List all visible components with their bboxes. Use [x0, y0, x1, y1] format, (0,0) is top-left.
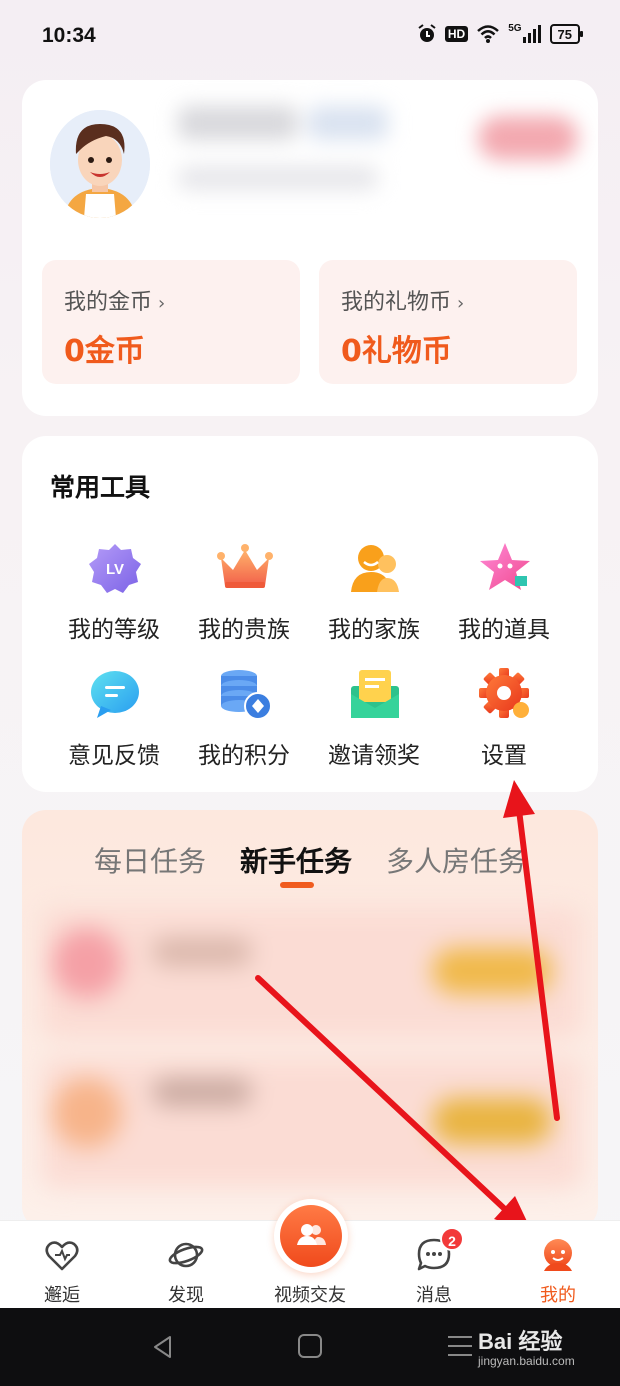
- recent-apps-icon[interactable]: [448, 1336, 472, 1356]
- tab-label: 邂逅: [44, 1285, 80, 1306]
- gold-coin-label: 我的金币 ›: [64, 290, 166, 315]
- tool-label: 我的积分: [198, 743, 290, 769]
- gift-coin-box[interactable]: 我的礼物币 › 0礼物币: [319, 260, 577, 384]
- video-friends-icon: [280, 1205, 342, 1267]
- chevron-right-icon: ›: [457, 293, 465, 314]
- tool-my-level[interactable]: LV 我的等级: [49, 540, 179, 650]
- tool-label: 我的贵族: [198, 617, 290, 643]
- profile-icon: [540, 1237, 576, 1273]
- watermark-url: jingyan.baidu.com: [478, 1354, 575, 1368]
- 5g-signal-icon: 5G: [508, 22, 541, 44]
- svg-text:LV: LV: [106, 561, 124, 578]
- tool-my-family[interactable]: 我的家族: [309, 540, 439, 650]
- tool-label: 我的道具: [458, 617, 550, 643]
- video-friends-button[interactable]: [274, 1199, 348, 1273]
- tab-messages[interactable]: 消息: [372, 1221, 496, 1309]
- hd-icon: HD: [444, 26, 469, 42]
- tool-label: 我的等级: [68, 617, 160, 643]
- system-navigation-bar: Bai 经验 jingyan.baidu.com: [0, 1308, 620, 1386]
- settings-gear-icon: [477, 666, 533, 722]
- crown-icon: [217, 540, 273, 596]
- avatar[interactable]: [50, 110, 150, 218]
- active-tab-indicator: [280, 882, 314, 888]
- invite-envelope-icon: [347, 666, 403, 722]
- watermark-brand: Bai 经验: [478, 1329, 563, 1354]
- level-badge-icon: LV: [87, 540, 143, 596]
- tab-encounter[interactable]: 邂逅: [0, 1221, 124, 1309]
- planet-icon: [168, 1237, 204, 1273]
- tool-feedback[interactable]: 意见反馈: [49, 666, 179, 776]
- tools-title: 常用工具: [50, 473, 151, 502]
- tool-label: 设置: [481, 743, 527, 769]
- tab-multi-room-tasks[interactable]: 多人房任务: [386, 840, 526, 880]
- profile-card: 我的金币 › 0金币 我的礼物币 › 0礼物币: [22, 80, 598, 416]
- status-bar: 10:34 HD 5G 75: [0, 0, 620, 76]
- network-label: 5G: [508, 22, 522, 34]
- bottom-tab-bar: 邂逅 发现 视频交友 消息 2 我的: [0, 1199, 620, 1309]
- battery-icon: 75: [549, 24, 584, 44]
- tasks-card: 每日任务 新手任务 多人房任务: [22, 810, 598, 1230]
- family-icon: [347, 540, 403, 596]
- tool-settings[interactable]: 设置: [439, 666, 569, 776]
- gift-coin-value: 0礼物币: [341, 334, 452, 369]
- tool-my-nobility[interactable]: 我的贵族: [179, 540, 309, 650]
- tab-label: 视频交友: [274, 1285, 346, 1306]
- blurred-task-list: [42, 908, 582, 1198]
- status-time: 10:34: [42, 24, 96, 47]
- alarm-icon: [417, 24, 437, 44]
- tool-label: 意见反馈: [68, 743, 160, 769]
- star-prop-icon: [477, 540, 533, 596]
- gold-coin-box[interactable]: 我的金币 › 0金币: [42, 260, 300, 384]
- unread-badge: 2: [440, 1227, 464, 1251]
- home-icon[interactable]: [298, 1334, 322, 1358]
- tab-daily-tasks[interactable]: 每日任务: [94, 840, 206, 880]
- tool-invite-reward[interactable]: 邀请领奖: [309, 666, 439, 776]
- tool-label: 我的家族: [328, 617, 420, 643]
- status-icons: HD 5G 75: [417, 22, 584, 44]
- tab-video-friends[interactable]: 视频交友: [248, 1199, 372, 1309]
- tab-label: 我的: [540, 1285, 576, 1306]
- gift-coin-label: 我的礼物币 ›: [341, 290, 465, 315]
- wifi-icon: [476, 24, 500, 44]
- heart-icon: [44, 1237, 80, 1273]
- back-icon[interactable]: [150, 1334, 176, 1360]
- tool-my-points[interactable]: 我的积分: [179, 666, 309, 776]
- gold-coin-value: 0金币: [64, 334, 145, 369]
- tool-label: 邀请领奖: [328, 743, 420, 769]
- tab-mine[interactable]: 我的: [496, 1221, 620, 1309]
- points-icon: [217, 666, 273, 722]
- tools-card: 常用工具 LV 我的等级 我的贵族 我的家族 我的道具 意见反馈 我的积分 邀请…: [22, 436, 598, 792]
- feedback-icon: [87, 666, 143, 722]
- chevron-right-icon: ›: [158, 293, 166, 314]
- tab-discover[interactable]: 发现: [124, 1221, 248, 1309]
- blurred-user-info: [148, 86, 594, 244]
- tab-label: 发现: [168, 1285, 204, 1306]
- tab-newbie-tasks[interactable]: 新手任务: [240, 840, 352, 880]
- tool-my-props[interactable]: 我的道具: [439, 540, 569, 650]
- tab-label: 消息: [416, 1285, 452, 1306]
